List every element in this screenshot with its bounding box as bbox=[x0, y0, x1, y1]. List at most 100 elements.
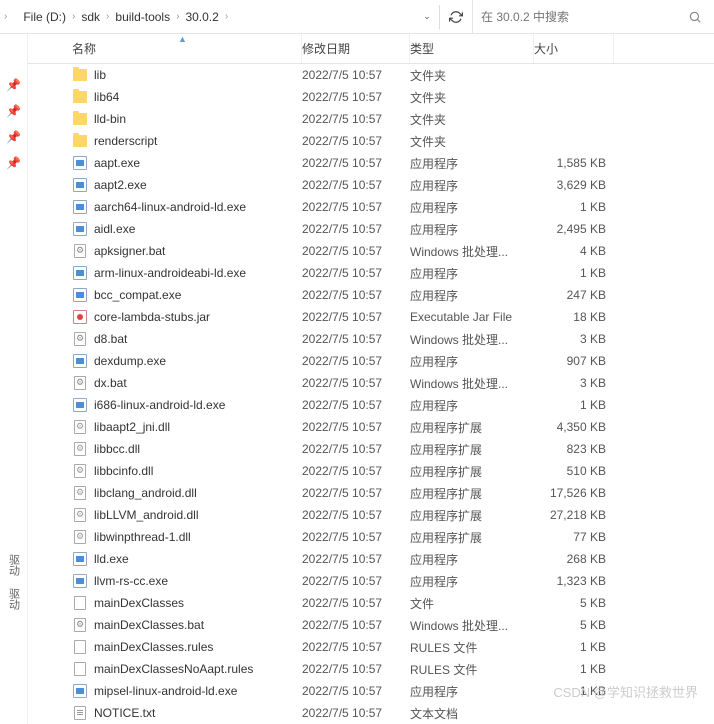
pin-icon[interactable]: 📌 bbox=[0, 78, 27, 92]
dll-icon bbox=[72, 463, 88, 479]
file-type: 文件夹 bbox=[410, 89, 534, 106]
chevron-right-icon[interactable]: › bbox=[4, 11, 7, 22]
file-date: 2022/7/5 10:57 bbox=[302, 662, 410, 676]
file-type: 应用程序 bbox=[410, 155, 534, 172]
file-name: lld.exe bbox=[94, 552, 129, 566]
file-row[interactable]: libLLVM_android.dll 2022/7/5 10:57 应用程序扩… bbox=[28, 504, 714, 526]
file-row[interactable]: lib 2022/7/5 10:57 文件夹 bbox=[28, 64, 714, 86]
column-header-type[interactable]: 类型 bbox=[410, 34, 534, 63]
file-size: 268 KB bbox=[534, 552, 614, 566]
breadcrumb-item[interactable]: 30.0.2 bbox=[181, 8, 222, 26]
file-type: 应用程序 bbox=[410, 265, 534, 282]
file-row[interactable]: libwinpthread-1.dll 2022/7/5 10:57 应用程序扩… bbox=[28, 526, 714, 548]
dll-icon bbox=[72, 419, 88, 435]
chevron-down-icon: ⌄ bbox=[423, 11, 431, 22]
file-date: 2022/7/5 10:57 bbox=[302, 90, 410, 104]
file-type: 文件 bbox=[410, 595, 534, 612]
file-row[interactable]: mipsel-linux-android-ld.exe 2022/7/5 10:… bbox=[28, 680, 714, 702]
file-type: 应用程序 bbox=[410, 683, 534, 700]
file-type: 应用程序 bbox=[410, 353, 534, 370]
file-row[interactable]: apksigner.bat 2022/7/5 10:57 Windows 批处理… bbox=[28, 240, 714, 262]
file-size: 1,585 KB bbox=[534, 156, 614, 170]
file-row[interactable]: lld-bin 2022/7/5 10:57 文件夹 bbox=[28, 108, 714, 130]
file-row[interactable]: dx.bat 2022/7/5 10:57 Windows 批处理... 3 K… bbox=[28, 372, 714, 394]
file-row[interactable]: llvm-rs-cc.exe 2022/7/5 10:57 应用程序 1,323… bbox=[28, 570, 714, 592]
file-name: lib bbox=[94, 68, 106, 82]
file-size: 4,350 KB bbox=[534, 420, 614, 434]
history-dropdown[interactable]: ⌄ bbox=[419, 5, 435, 29]
pin-icon[interactable]: 📌 bbox=[0, 130, 27, 144]
file-date: 2022/7/5 10:57 bbox=[302, 464, 410, 478]
exe-icon bbox=[72, 551, 88, 567]
pin-icon[interactable]: 📌 bbox=[0, 104, 27, 118]
file-icon bbox=[72, 639, 88, 655]
file-row[interactable]: mainDexClassesNoAapt.rules 2022/7/5 10:5… bbox=[28, 658, 714, 680]
bat-icon bbox=[72, 375, 88, 391]
search-input[interactable] bbox=[481, 10, 688, 24]
file-row[interactable]: aapt.exe 2022/7/5 10:57 应用程序 1,585 KB bbox=[28, 152, 714, 174]
column-header-date[interactable]: 修改日期 bbox=[302, 34, 410, 63]
file-row[interactable]: core-lambda-stubs.jar 2022/7/5 10:57 Exe… bbox=[28, 306, 714, 328]
file-row[interactable]: aidl.exe 2022/7/5 10:57 应用程序 2,495 KB bbox=[28, 218, 714, 240]
file-size: 5 KB bbox=[534, 596, 614, 610]
file-row[interactable]: libbcinfo.dll 2022/7/5 10:57 应用程序扩展 510 … bbox=[28, 460, 714, 482]
file-name: mainDexClasses.bat bbox=[94, 618, 204, 632]
folder-icon bbox=[72, 89, 88, 105]
dll-icon bbox=[72, 529, 88, 545]
pin-icon[interactable]: 📌 bbox=[0, 156, 27, 170]
file-date: 2022/7/5 10:57 bbox=[302, 596, 410, 610]
file-row[interactable]: lld.exe 2022/7/5 10:57 应用程序 268 KB bbox=[28, 548, 714, 570]
column-label: 名称 bbox=[72, 40, 96, 57]
file-icon bbox=[72, 595, 88, 611]
column-header-name[interactable]: ▲ 名称 bbox=[64, 34, 302, 63]
exe-icon bbox=[72, 265, 88, 281]
file-row[interactable]: dexdump.exe 2022/7/5 10:57 应用程序 907 KB bbox=[28, 350, 714, 372]
file-name: arm-linux-androideabi-ld.exe bbox=[94, 266, 246, 280]
file-date: 2022/7/5 10:57 bbox=[302, 68, 410, 82]
file-row[interactable]: libbcc.dll 2022/7/5 10:57 应用程序扩展 823 KB bbox=[28, 438, 714, 460]
file-row[interactable]: mainDexClasses.rules 2022/7/5 10:57 RULE… bbox=[28, 636, 714, 658]
dll-icon bbox=[72, 485, 88, 501]
file-type: 应用程序 bbox=[410, 551, 534, 568]
file-type: 应用程序 bbox=[410, 177, 534, 194]
column-headers: ▲ 名称 修改日期 类型 大小 bbox=[28, 34, 714, 64]
search-box[interactable] bbox=[472, 0, 710, 33]
file-type: 应用程序 bbox=[410, 199, 534, 216]
file-name: bcc_compat.exe bbox=[94, 288, 181, 302]
file-row[interactable]: libclang_android.dll 2022/7/5 10:57 应用程序… bbox=[28, 482, 714, 504]
file-name: aarch64-linux-android-ld.exe bbox=[94, 200, 246, 214]
breadcrumb-item[interactable]: build-tools bbox=[111, 8, 174, 26]
file-row[interactable]: bcc_compat.exe 2022/7/5 10:57 应用程序 247 K… bbox=[28, 284, 714, 306]
file-row[interactable]: aapt2.exe 2022/7/5 10:57 应用程序 3,629 KB bbox=[28, 174, 714, 196]
file-row[interactable]: mainDexClasses 2022/7/5 10:57 文件 5 KB bbox=[28, 592, 714, 614]
file-date: 2022/7/5 10:57 bbox=[302, 222, 410, 236]
refresh-button[interactable] bbox=[444, 5, 468, 29]
file-row[interactable]: mainDexClasses.bat 2022/7/5 10:57 Window… bbox=[28, 614, 714, 636]
exe-icon bbox=[72, 287, 88, 303]
file-name: d8.bat bbox=[94, 332, 127, 346]
column-header-size[interactable]: 大小 bbox=[534, 34, 614, 63]
file-date: 2022/7/5 10:57 bbox=[302, 310, 410, 324]
file-size: 1 KB bbox=[534, 200, 614, 214]
file-type: 应用程序 bbox=[410, 397, 534, 414]
file-type: 文件夹 bbox=[410, 67, 534, 84]
file-row[interactable]: aarch64-linux-android-ld.exe 2022/7/5 10… bbox=[28, 196, 714, 218]
bat-icon bbox=[72, 331, 88, 347]
breadcrumb-item[interactable]: sdk bbox=[77, 8, 104, 26]
file-name: core-lambda-stubs.jar bbox=[94, 310, 210, 324]
file-type: 应用程序扩展 bbox=[410, 463, 534, 480]
file-row[interactable]: NOTICE.txt 2022/7/5 10:57 文本文档 bbox=[28, 702, 714, 724]
dll-icon bbox=[72, 441, 88, 457]
breadcrumb-item[interactable]: File (D:) bbox=[19, 8, 70, 26]
file-row[interactable]: renderscript 2022/7/5 10:57 文件夹 bbox=[28, 130, 714, 152]
file-size: 1 KB bbox=[534, 266, 614, 280]
folder-icon bbox=[72, 67, 88, 83]
quick-access-sidebar: 📌 📌 📌 📌 驱动 驱动 bbox=[0, 34, 28, 724]
file-row[interactable]: d8.bat 2022/7/5 10:57 Windows 批处理... 3 K… bbox=[28, 328, 714, 350]
file-name: libaapt2_jni.dll bbox=[94, 420, 170, 434]
file-row[interactable]: arm-linux-androideabi-ld.exe 2022/7/5 10… bbox=[28, 262, 714, 284]
file-row[interactable]: lib64 2022/7/5 10:57 文件夹 bbox=[28, 86, 714, 108]
file-row[interactable]: libaapt2_jni.dll 2022/7/5 10:57 应用程序扩展 4… bbox=[28, 416, 714, 438]
file-size: 1,323 KB bbox=[534, 574, 614, 588]
file-row[interactable]: i686-linux-android-ld.exe 2022/7/5 10:57… bbox=[28, 394, 714, 416]
